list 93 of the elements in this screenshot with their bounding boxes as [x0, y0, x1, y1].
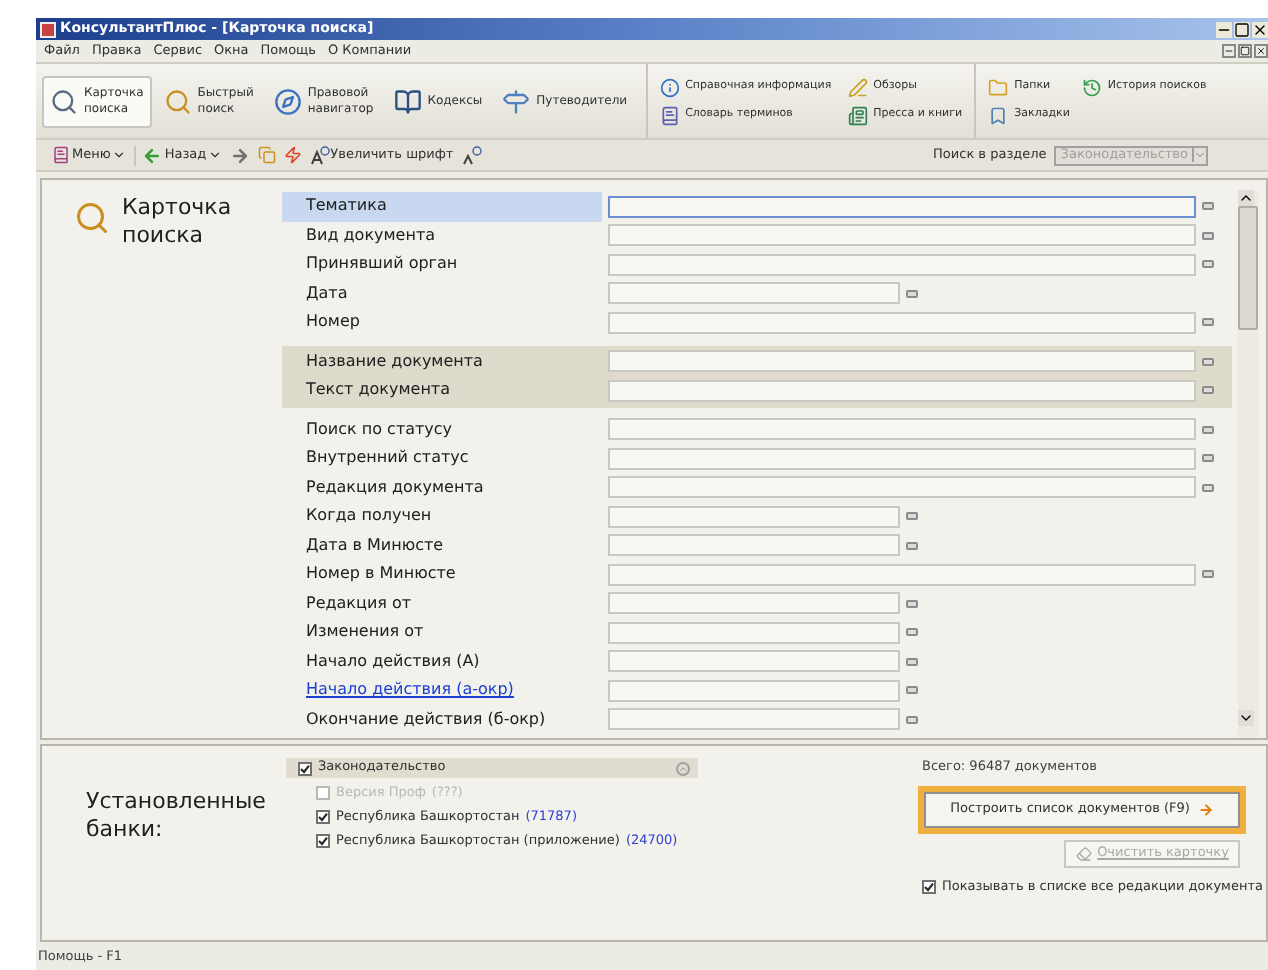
dictionary-icon[interactable] — [906, 715, 918, 724]
field-label: Дата в Минюсте — [304, 533, 446, 558]
input-field[interactable] — [608, 195, 1196, 218]
input-field[interactable] — [608, 447, 1196, 470]
dictionary-icon[interactable] — [906, 541, 918, 550]
dictionary-icon[interactable] — [906, 628, 918, 637]
field-label: Изменения от — [304, 620, 426, 645]
scroll-thumb[interactable] — [1238, 206, 1258, 330]
dictionary-icon[interactable] — [1202, 454, 1214, 463]
field-label: Начало действия (А) — [304, 649, 482, 674]
scrollbar[interactable] — [1238, 190, 1258, 738]
dictionary-icon[interactable] — [1202, 386, 1214, 395]
collapse-icon[interactable] — [676, 761, 690, 775]
field-label: Окончание действия (б-окр) — [304, 707, 548, 732]
close-icon[interactable] — [1252, 21, 1268, 37]
field-label: Название документа — [304, 349, 485, 374]
dictionary-icon[interactable] — [1202, 425, 1214, 434]
signpost-icon — [502, 87, 531, 115]
dictionary-icon[interactable] — [906, 512, 918, 521]
input-field[interactable] — [608, 592, 900, 615]
dictionary-icon[interactable] — [1202, 231, 1214, 240]
field-label: Принявший орган — [304, 252, 460, 277]
scroll-up-icon[interactable] — [1238, 190, 1254, 206]
input-field[interactable] — [608, 563, 1196, 586]
field-label: Дата — [304, 281, 350, 306]
input-field[interactable] — [608, 505, 900, 528]
back-arrow-icon — [142, 145, 163, 165]
forward-arrow-icon[interactable] — [230, 145, 251, 165]
banks-title: Установленные банки: — [84, 786, 268, 846]
font-minus-icon[interactable] — [461, 145, 482, 165]
close-icon[interactable] — [1254, 44, 1268, 58]
input-field[interactable] — [608, 379, 1196, 402]
arrow-icon — [1197, 801, 1214, 818]
copy-icon[interactable] — [258, 146, 277, 164]
card-title: Карточка поиска — [122, 194, 232, 250]
magnifier-icon — [50, 87, 78, 115]
eraser-icon — [1075, 845, 1092, 862]
magnifier-icon — [74, 200, 110, 236]
dictionary-icon[interactable] — [906, 599, 918, 608]
checkbox[interactable] — [316, 834, 330, 848]
info-icon — [659, 77, 680, 97]
dictionary-icon[interactable] — [906, 289, 918, 298]
dictionary-icon[interactable] — [1202, 570, 1214, 579]
caret-icon — [112, 148, 127, 162]
field-label: Номер — [304, 310, 362, 335]
input-field[interactable] — [608, 534, 900, 557]
field-label: Внутренний статус — [304, 446, 471, 471]
magnifier-icon — [163, 87, 192, 115]
bookmark-icon — [988, 105, 1009, 125]
dictionary-icon[interactable] — [906, 686, 918, 695]
newspaper-icon — [847, 105, 868, 125]
pen-icon — [847, 77, 868, 97]
dictionary-icon[interactable] — [906, 657, 918, 666]
caret-icon — [1192, 148, 1206, 162]
input-field[interactable] — [608, 224, 1196, 247]
field-label[interactable]: Начало действия (а-окр) — [282, 676, 602, 705]
book-icon — [52, 146, 70, 164]
scroll-down-icon[interactable] — [1238, 710, 1254, 726]
minimize-icon[interactable] — [1216, 21, 1232, 37]
folder-icon — [988, 77, 1009, 97]
field-label: Вид документа — [304, 223, 438, 248]
input-field[interactable] — [608, 282, 900, 305]
input-field[interactable] — [608, 311, 1196, 334]
lightning-icon[interactable] — [284, 146, 303, 164]
field-label: Текст документа — [304, 378, 452, 403]
field-label: Редакция документа — [304, 475, 486, 500]
compass-icon — [273, 87, 302, 115]
font-plus-icon — [310, 145, 331, 165]
dictionary-icon[interactable] — [1202, 357, 1214, 366]
dictionary-icon[interactable] — [1202, 318, 1214, 327]
input-field[interactable] — [608, 679, 900, 702]
input-field[interactable] — [608, 476, 1196, 499]
input-field[interactable] — [608, 621, 900, 644]
input-field[interactable] — [608, 708, 900, 731]
book-icon — [659, 105, 680, 125]
checkbox[interactable] — [922, 880, 936, 895]
checkbox[interactable] — [316, 810, 330, 824]
dictionary-icon[interactable] — [1202, 202, 1214, 211]
field-label: Поиск по статусу — [304, 417, 455, 442]
field-label: Когда получен — [304, 504, 434, 529]
history-icon — [1081, 77, 1102, 97]
book-icon — [393, 87, 422, 115]
input-field[interactable] — [608, 253, 1196, 276]
input-field[interactable] — [608, 350, 1196, 373]
field-label: Редакция от — [304, 591, 414, 616]
field-label: Номер в Минюсте — [304, 562, 458, 587]
input-field[interactable] — [608, 418, 1196, 441]
checkbox[interactable] — [298, 761, 312, 775]
field-label: Тематика — [282, 192, 602, 221]
caret-icon — [208, 148, 223, 162]
dictionary-icon[interactable] — [1202, 260, 1214, 269]
input-field[interactable] — [608, 650, 900, 673]
dictionary-icon[interactable] — [1202, 483, 1214, 492]
